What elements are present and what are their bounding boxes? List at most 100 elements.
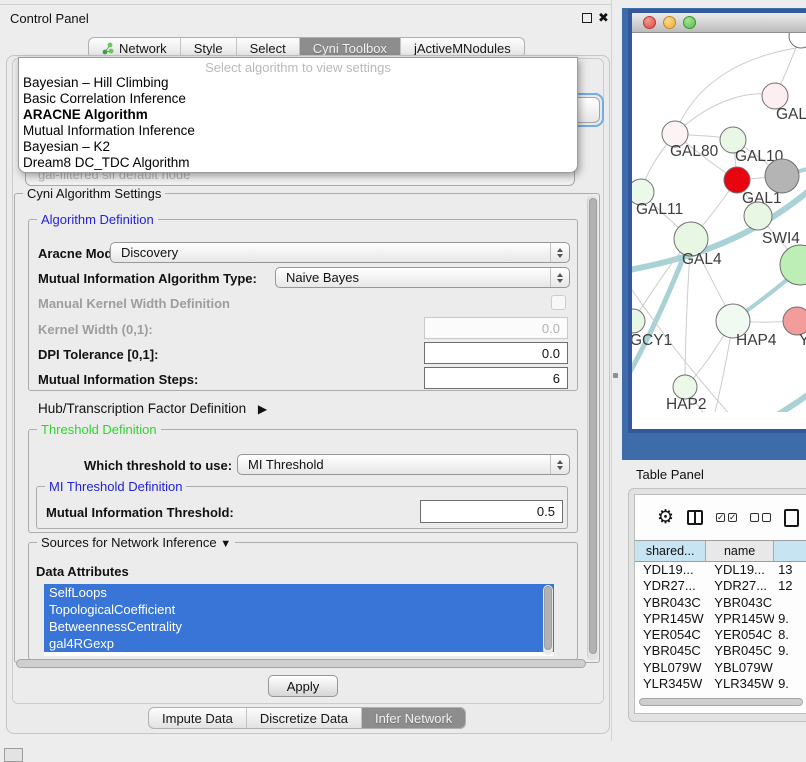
table-row[interactable]: YPR145WYPR145W9. (635, 611, 806, 627)
table-cell: YDR27... (635, 578, 706, 594)
which-threshold-select[interactable]: MI Threshold (237, 454, 570, 475)
table-row[interactable]: YER054CYER054C8. (635, 627, 806, 643)
table-cell: YDL19... (706, 562, 774, 578)
table-row[interactable]: YBL079WYBL079W (635, 660, 806, 676)
table-cell: 9 (774, 692, 806, 694)
dpi-tolerance-input[interactable]: 0.0 (424, 342, 568, 364)
table-row[interactable]: YBR045CYBR045C9. (635, 643, 806, 659)
settings-scrollbar[interactable] (587, 196, 598, 660)
table-cell: YBL079W (706, 660, 774, 676)
table-cell: YBR043C (706, 595, 774, 611)
table-toolbar: ⚙ ✓✓ (635, 495, 806, 540)
network-node-green-mid[interactable] (744, 202, 772, 230)
algorithm-option[interactable]: Basic Correlation Inference (19, 91, 577, 107)
apply-button[interactable]: Apply (268, 675, 338, 697)
column-header-name[interactable]: name (706, 541, 774, 561)
minimize-traffic-light[interactable] (663, 16, 676, 29)
which-threshold-label: Which threshold to use: (84, 458, 232, 473)
columns-icon[interactable] (687, 510, 703, 525)
mi-type-select[interactable]: Naive Bayes (275, 267, 570, 288)
kernel-width-input[interactable]: 0.0 (424, 317, 568, 339)
algorithm-dropdown-list: Select algorithm to view settings Bayesi… (18, 57, 578, 173)
attribute-item[interactable]: gal4RGexp (44, 635, 554, 652)
network-node-gcy1[interactable] (632, 309, 645, 333)
algorithm-option[interactable]: Bayesian – K2 (19, 139, 577, 155)
table-cell: 12 (774, 578, 806, 594)
network-node-top-partial[interactable] (789, 33, 806, 48)
table-row[interactable]: YLR345WYLR345W9. (635, 676, 806, 692)
tab-label: Network (119, 41, 167, 56)
gear-icon[interactable]: ⚙ (657, 508, 674, 527)
checked-pair-icon[interactable]: ✓✓ (716, 513, 737, 522)
column-header-cut[interactable] (774, 541, 806, 561)
table-cell: YLR345W (706, 676, 774, 692)
table-cell: 13 (774, 562, 806, 578)
network-edge (750, 385, 806, 412)
table-cell: YIL053C (706, 692, 774, 694)
attribute-item[interactable]: SelfLoops (44, 584, 554, 601)
table-row[interactable]: YBR043CYBR043C (635, 595, 806, 611)
mi-threshold-label: Mutual Information Threshold: (46, 505, 234, 520)
settings-hscrollbar[interactable] (16, 659, 586, 668)
sources-title[interactable]: Sources for Network Inference ▼ (37, 535, 235, 550)
attributes-scrollbar[interactable] (543, 585, 553, 655)
network-node-salmon[interactable] (783, 307, 806, 335)
network-window[interactable]: GALGAL80GAL10GAL1GAL11GAL4SWI4GCY1HAP4YH… (628, 9, 806, 433)
chevron-down-icon: ▼ (220, 538, 231, 550)
algorithm-option[interactable]: Mutual Information Inference (19, 123, 577, 139)
tab-impute-data[interactable]: Impute Data (149, 708, 247, 728)
network-node-gray[interactable] (765, 159, 799, 193)
algorithm-option[interactable]: ARACNE Algorithm (19, 107, 577, 123)
document-icon[interactable] (784, 509, 799, 527)
table-cell: YBR045C (635, 643, 706, 659)
data-attributes-label: Data Attributes (36, 564, 129, 579)
network-window-titlebar[interactable] (632, 13, 806, 33)
attribute-item[interactable]: TopologicalCoefficient (44, 601, 554, 618)
tab-label: Style (194, 41, 223, 56)
node-label-GAL11: GAL11 (636, 201, 683, 218)
unchecked-pair-icon[interactable] (750, 513, 771, 522)
network-canvas[interactable]: GALGAL80GAL10GAL1GAL11GAL4SWI4GCY1HAP4YH… (632, 33, 806, 412)
table-hscrollbar[interactable] (639, 698, 803, 706)
algorithm-option[interactable]: Bayesian – Hill Climbing (19, 75, 577, 91)
tab-label: Select (250, 41, 286, 56)
attribute-item[interactable]: BetweennessCentrality (44, 618, 554, 635)
mi-threshold-title: MI Threshold Definition (45, 479, 186, 494)
tab-discretize-data[interactable]: Discretize Data (247, 708, 362, 728)
divider-resize-handle[interactable] (613, 373, 618, 378)
table-cell: 9. (774, 676, 806, 692)
table-cell (774, 595, 806, 611)
table-cell: YBL079W (635, 660, 706, 676)
column-header-shared...[interactable]: shared... (635, 541, 706, 561)
manual-kernel-label: Manual Kernel Width Definition (38, 296, 230, 311)
data-attributes-list: SelfLoopsTopologicalCoefficientBetweenne… (44, 584, 554, 656)
aracne-mode-select[interactable]: Discovery (110, 242, 570, 263)
table-panel-title: Table Panel (636, 467, 704, 482)
node-label-Y: Y (799, 332, 806, 349)
manual-kernel-checkbox[interactable] (551, 295, 566, 310)
mi-steps-input[interactable]: 6 (424, 367, 568, 389)
stepper-arrows-icon (550, 268, 569, 287)
table-row[interactable]: YDR27...YDR27...12 (635, 578, 806, 594)
panel-divider[interactable] (611, 0, 612, 741)
close-icon[interactable]: ✖ (598, 10, 609, 26)
network-node-swi4[interactable] (780, 245, 806, 285)
table-cell: YDR27... (706, 578, 774, 594)
float-window-icon[interactable] (582, 13, 592, 23)
algorithm-definition-title: Algorithm Definition (37, 212, 158, 227)
corner-widget[interactable] (4, 748, 23, 762)
mi-threshold-input[interactable]: 0.5 (420, 500, 563, 523)
node-label-HAP2: HAP2 (666, 396, 707, 412)
node-label-GAL4: GAL4 (682, 251, 722, 268)
table-row[interactable]: YDL19...YDL19...13 (635, 562, 806, 578)
table-row[interactable]: YIL053CYIL053C9 (635, 692, 806, 694)
node-label-GCY1: GCY1 (632, 332, 672, 349)
hub-tf-expander[interactable]: Hub/Transcription Factor Definition ▶ (38, 401, 267, 416)
table-rows: YDL19...YDL19...13YDR27...YDR27...12YBR0… (635, 562, 806, 694)
close-traffic-light[interactable] (643, 16, 656, 29)
node-label-GAL: GAL (776, 106, 806, 123)
zoom-traffic-light[interactable] (683, 16, 696, 29)
tab-infer-network[interactable]: Infer Network (362, 708, 465, 728)
algorithm-option[interactable]: Dream8 DC_TDC Algorithm (19, 155, 577, 171)
table-cell: 9. (774, 643, 806, 659)
